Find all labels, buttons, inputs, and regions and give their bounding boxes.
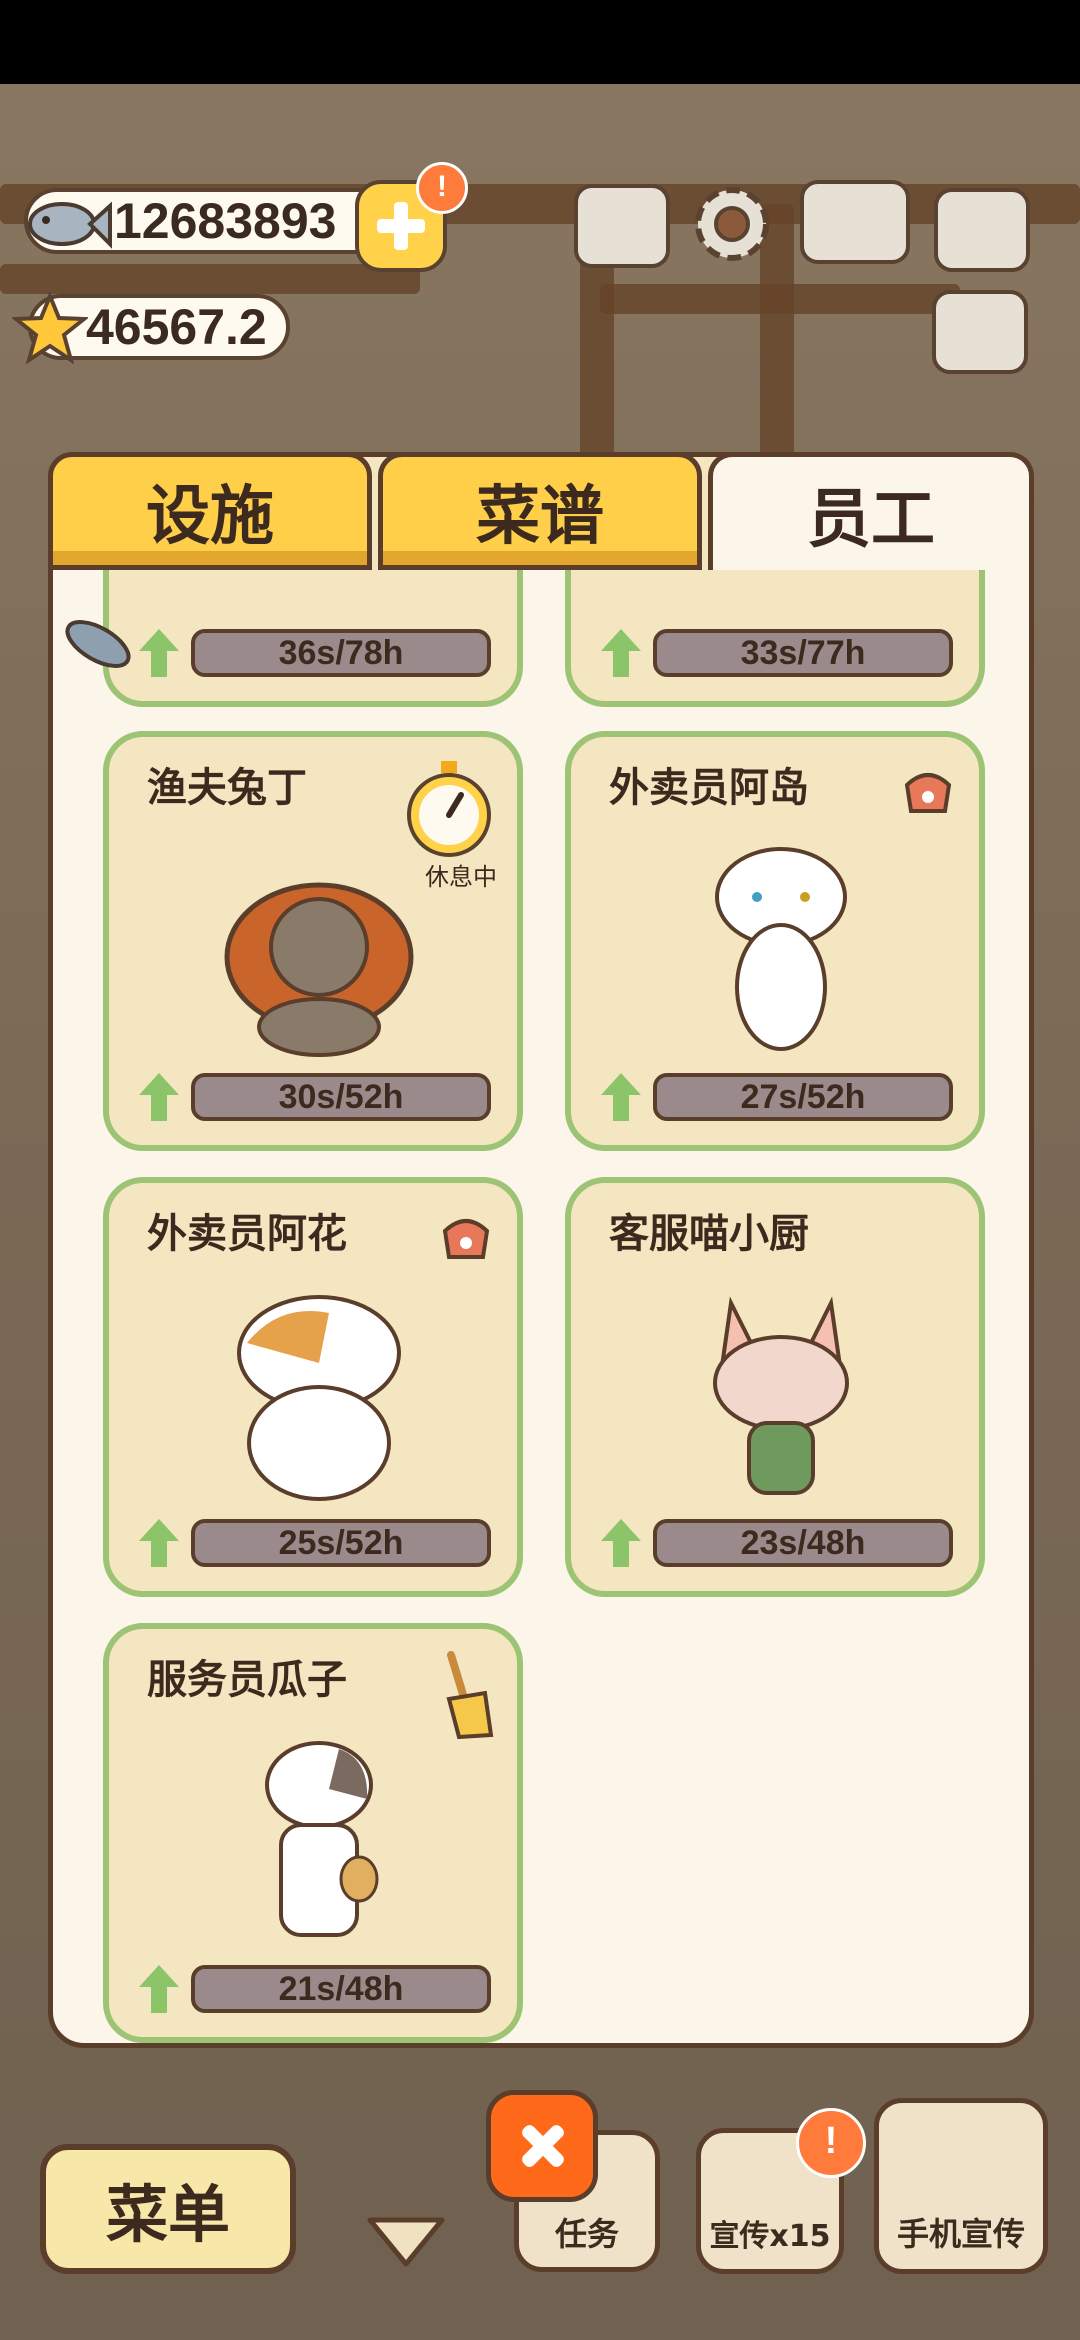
staff-name: 客服喵小厨 [609, 1211, 809, 1257]
staff-name: 渔夫兔丁 [147, 765, 307, 811]
staff-list[interactable]: 36s/78h 33s/77h 渔夫兔丁 休息中 30s/52h 外卖员阿岛 2… [53, 457, 1029, 2043]
tab-staff[interactable]: 员工 [708, 452, 1034, 570]
calico-cat-image [237, 1295, 401, 1501]
fish-count: 12683893 [114, 193, 337, 249]
staff-card[interactable]: 外卖员阿岛 27s/52h [565, 731, 985, 1151]
tab-facilities[interactable]: 设施 [48, 452, 372, 570]
staff-progress: 21s/48h [191, 1965, 491, 2013]
phone-promo-button[interactable]: 手机宣传 [874, 2098, 1048, 2274]
upgrade-arrow-icon[interactable] [599, 1517, 643, 1569]
status-bar [0, 0, 1080, 84]
upgrade-arrow-icon[interactable] [599, 1071, 643, 1123]
close-button[interactable] [486, 2090, 598, 2202]
staff-panel: 36s/78h 33s/77h 渔夫兔丁 休息中 30s/52h 外卖员阿岛 2… [48, 452, 1034, 2048]
upgrade-arrow-icon[interactable] [137, 1963, 181, 2015]
tab-recipes[interactable]: 菜谱 [378, 452, 702, 570]
alert-badge: ! [416, 162, 468, 214]
star-count: 46567.2 [86, 299, 267, 355]
staff-name: 外卖员阿岛 [609, 765, 809, 811]
newspaper-icon[interactable] [932, 290, 1028, 374]
chevron-down-icon[interactable] [364, 2212, 448, 2270]
upgrade-arrow-icon[interactable] [137, 1517, 181, 1569]
menu-button[interactable]: 菜单 [40, 2144, 296, 2274]
ranking-icon[interactable] [574, 184, 670, 268]
crab-costume-cat-image [224, 882, 414, 1057]
alert-badge: ! [796, 2108, 866, 2178]
staff-progress: 27s/52h [653, 1073, 953, 1121]
staff-card[interactable]: 渔夫兔丁 休息中 30s/52h [103, 731, 523, 1151]
staff-progress: 23s/48h [653, 1519, 953, 1567]
upgrade-arrow-icon[interactable] [137, 1071, 181, 1123]
staff-name: 外卖员阿花 [147, 1211, 347, 1257]
star-icon [12, 292, 88, 364]
book-icon[interactable] [800, 180, 910, 264]
phone-promo-label: 手机宣传 [896, 2215, 1025, 2253]
pink-eared-cat-image [713, 1296, 849, 1495]
staff-name: 服务员瓜子 [147, 1657, 347, 1703]
white-cat-image [715, 847, 847, 1051]
waiter-cat-image [265, 1741, 379, 1937]
staff-progress: 36s/78h [191, 629, 491, 677]
promo-label: 宣传x15 [709, 2219, 831, 2254]
menu-label: 菜单 [105, 2178, 230, 2251]
upgrade-arrow-icon[interactable] [599, 627, 643, 679]
fish-icon [28, 201, 112, 249]
staff-progress: 25s/52h [191, 1519, 491, 1567]
staff-card[interactable]: 外卖员阿花 25s/52h [103, 1177, 523, 1597]
gear-icon[interactable] [686, 178, 778, 270]
camera-icon[interactable] [934, 188, 1030, 272]
delivery-bag-icon [904, 773, 952, 813]
staff-card[interactable]: 客服喵小厨 23s/48h [565, 1177, 985, 1597]
task-label: 任务 [554, 2215, 619, 2253]
broom-icon [446, 1651, 494, 1740]
staff-progress: 33s/77h [653, 629, 953, 677]
delivery-bag-icon [442, 1219, 490, 1259]
fish-icon [65, 620, 131, 668]
staff-progress: 30s/52h [191, 1073, 491, 1121]
staff-card[interactable]: 服务员瓜子 21s/48h [103, 1623, 523, 2043]
